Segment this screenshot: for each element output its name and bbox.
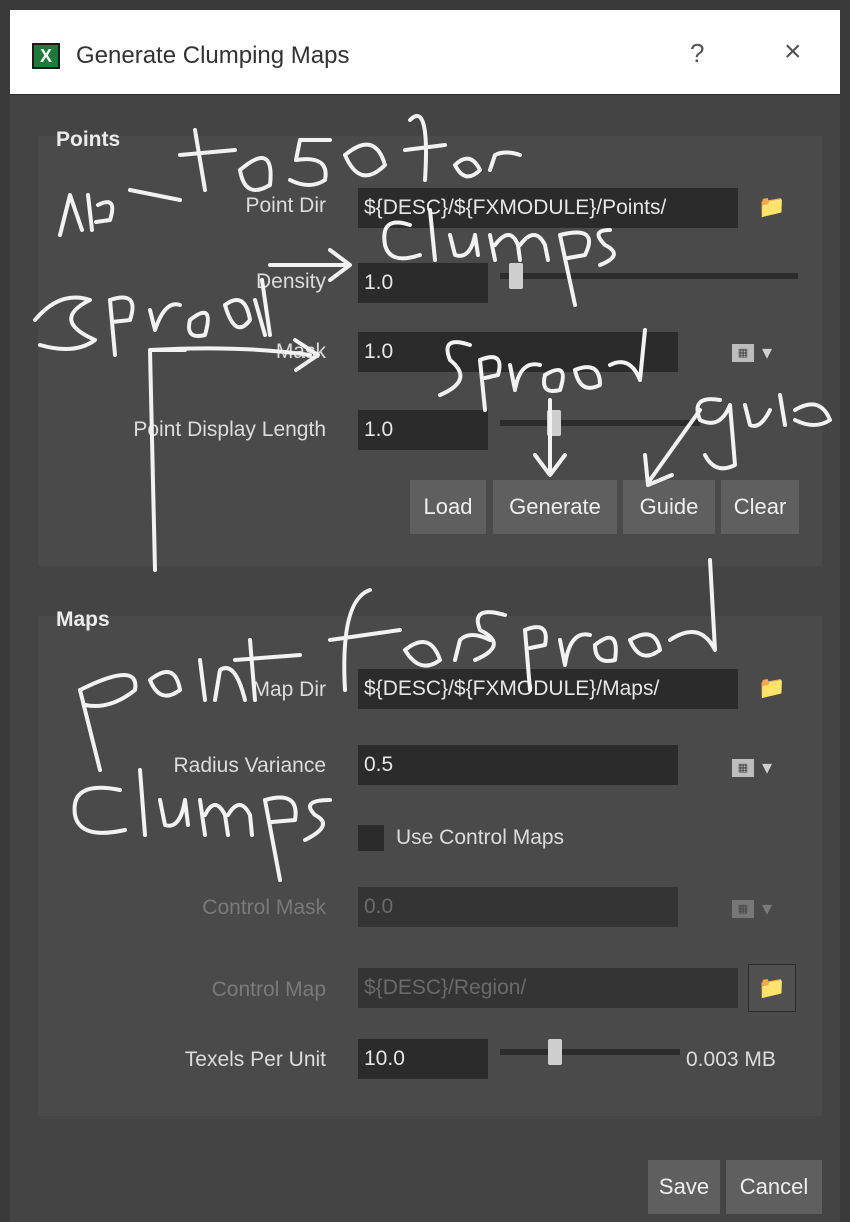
mask-label: Mask xyxy=(275,340,326,363)
cancel-button[interactable]: Cancel xyxy=(726,1160,822,1214)
point-display-length-slider-track[interactable] xyxy=(500,420,700,426)
mask-field[interactable]: 1.0 xyxy=(358,332,678,372)
help-button[interactable]: ? xyxy=(690,38,704,69)
density-label: Density xyxy=(255,270,326,293)
texture-map-icon: ▦ xyxy=(732,899,754,918)
density-slider-handle[interactable] xyxy=(508,263,523,289)
folder-icon[interactable]: 📁 xyxy=(748,964,796,1012)
points-group-title: Points xyxy=(56,128,121,151)
map-dir-field[interactable]: ${DESC}/${FXMODULE}/Maps/ xyxy=(358,669,738,709)
maps-group-title: Maps xyxy=(56,608,110,631)
point-display-length-slider-handle[interactable] xyxy=(547,410,561,436)
use-control-maps-label: Use Control Maps xyxy=(396,826,565,849)
dropdown-arrow-icon: ▾ xyxy=(762,898,773,920)
texels-per-unit-field[interactable]: 10.0 xyxy=(358,1039,488,1079)
texture-map-icon: ▦ xyxy=(732,758,754,777)
clear-button[interactable]: Clear xyxy=(721,480,799,534)
texels-per-unit-slider-handle[interactable] xyxy=(548,1039,562,1065)
map-dir-label: Map Dir xyxy=(252,678,326,701)
save-button[interactable]: Save xyxy=(648,1160,720,1214)
app-icon: X xyxy=(32,43,60,69)
point-display-length-label: Point Display Length xyxy=(133,418,326,441)
texels-per-unit-label: Texels Per Unit xyxy=(184,1048,326,1071)
mask-map-menu[interactable]: ▦ ▾ xyxy=(732,340,772,364)
density-field[interactable]: 1.0 xyxy=(358,263,488,303)
control-map-field[interactable]: ${DESC}/Region/ xyxy=(358,968,738,1008)
dialog-window: X Generate Clumping Maps ? × Points Poin… xyxy=(10,10,840,1222)
close-button[interactable]: × xyxy=(784,35,802,69)
control-map-label: Control Map xyxy=(211,978,326,1001)
load-button[interactable]: Load xyxy=(410,480,486,534)
density-slider-track[interactable] xyxy=(500,273,798,279)
point-dir-field[interactable]: ${DESC}/${FXMODULE}/Points/ xyxy=(358,188,738,228)
radius-variance-label: Radius Variance xyxy=(173,754,326,777)
radius-variance-field[interactable]: 0.5 xyxy=(358,745,678,785)
point-dir-label: Point Dir xyxy=(245,194,326,217)
generate-button[interactable]: Generate xyxy=(493,480,617,534)
guide-button[interactable]: Guide xyxy=(623,480,715,534)
window-title: Generate Clumping Maps xyxy=(76,42,350,69)
radius-variance-map-menu[interactable]: ▦ ▾ xyxy=(732,755,772,779)
title-bar: X Generate Clumping Maps ? × xyxy=(10,10,840,95)
dropdown-arrow-icon: ▾ xyxy=(762,757,773,779)
control-mask-field[interactable]: 0.0 xyxy=(358,887,678,927)
texture-map-icon: ▦ xyxy=(732,343,754,362)
use-control-maps-checkbox[interactable] xyxy=(358,825,384,851)
control-mask-label: Control Mask xyxy=(202,896,326,919)
memory-estimate: 0.003 MB xyxy=(686,1048,776,1071)
dropdown-arrow-icon: ▾ xyxy=(762,342,773,364)
texels-per-unit-slider-track[interactable] xyxy=(500,1049,680,1055)
folder-icon[interactable]: 📁 xyxy=(755,675,789,703)
folder-icon[interactable]: 📁 xyxy=(755,194,789,222)
point-display-length-field[interactable]: 1.0 xyxy=(358,410,488,450)
control-mask-map-menu[interactable]: ▦ ▾ xyxy=(732,896,772,920)
